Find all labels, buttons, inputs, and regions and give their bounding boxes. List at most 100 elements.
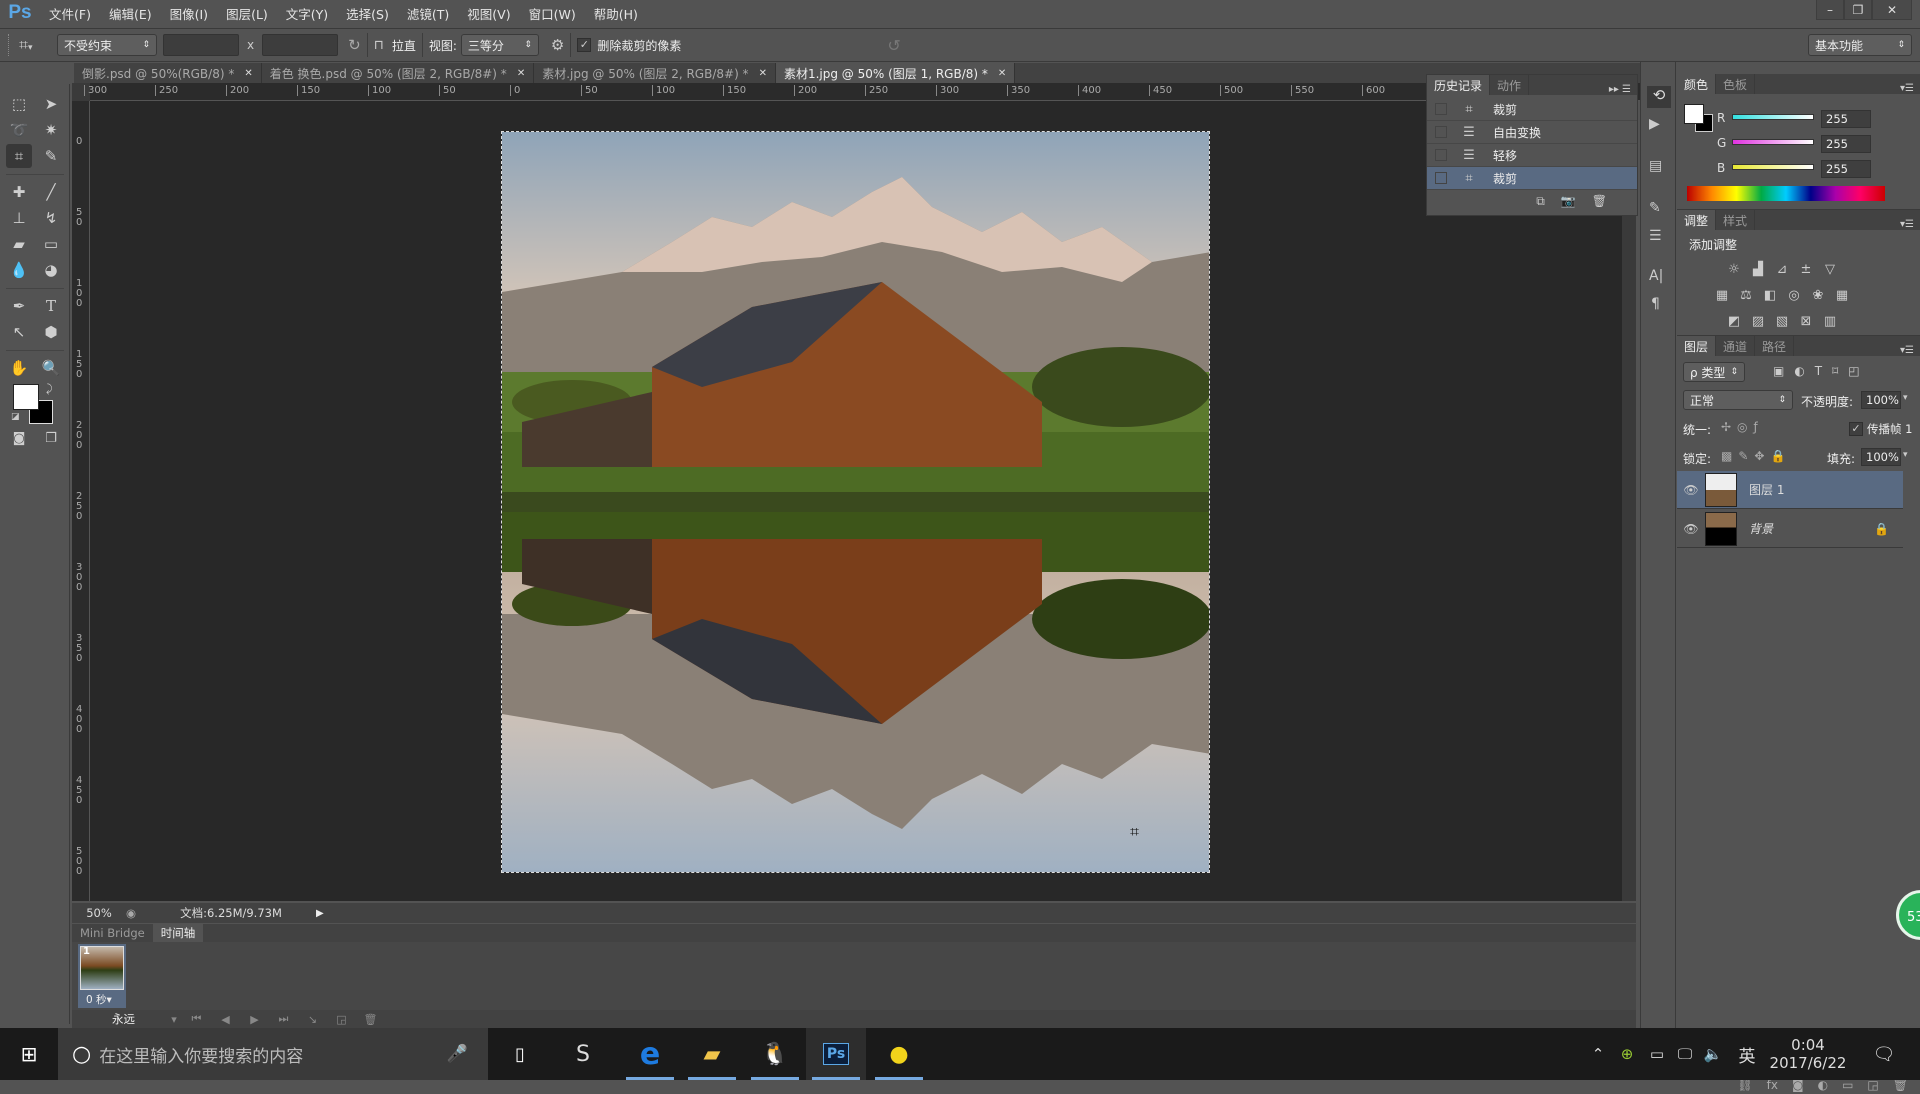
menu-edit[interactable]: 编辑(E) (100, 4, 161, 23)
next-frame-icon[interactable]: ⏭ (269, 1012, 298, 1026)
properties-panel-icon[interactable]: ▤ (1649, 158, 1662, 174)
battery-icon[interactable]: ▭ (1644, 1028, 1670, 1080)
dodge-tool-icon[interactable]: ◕ (38, 258, 64, 282)
new-document-from-state-icon[interactable]: ⧉ (1536, 194, 1545, 209)
vibrance-icon[interactable]: ▽ (1821, 262, 1839, 278)
exposure-icon[interactable]: ± (1797, 262, 1815, 278)
layer-filter-dropdown[interactable]: ρ 类型 ⇕ (1683, 362, 1745, 382)
panel-menu-icon[interactable]: ▾☰ (1900, 83, 1914, 94)
pen-tool-icon[interactable]: ✒ (6, 294, 32, 318)
doc-tab[interactable]: 着色 换色.psd @ 50% (图层 2, RGB/8#) * ✕ (261, 63, 535, 83)
qq-music-icon[interactable]: ● (869, 1028, 929, 1080)
overlay-dropdown[interactable]: 三等分 ⇕ (460, 34, 539, 56)
vertical-ruler[interactable]: 0 50 100 150 200 250 300 350 400 450 500 (72, 101, 90, 901)
layer-name[interactable]: 背景 (1749, 520, 1773, 537)
tab-mini-bridge[interactable]: Mini Bridge (72, 924, 153, 942)
menu-window[interactable]: 窗口(W) (520, 4, 585, 23)
history-item[interactable]: ☰ 自由变换 (1427, 121, 1637, 144)
tab-adjustments[interactable]: 调整 (1677, 210, 1717, 230)
doc-tab-active[interactable]: 素材1.jpg @ 50% (图层 1, RGB/8) * ✕ (775, 63, 1016, 83)
default-colors-icon[interactable]: ◪ (11, 412, 20, 422)
healing-brush-tool-icon[interactable]: ✚ (6, 180, 32, 204)
gear-icon[interactable]: ⚙ (551, 36, 564, 54)
levels-icon[interactable]: ▟ (1749, 262, 1767, 278)
foreground-swatch[interactable] (1684, 104, 1704, 124)
snapshot-checkbox[interactable] (1435, 126, 1447, 138)
history-panel-icon[interactable]: ⟲ (1647, 86, 1671, 108)
eye-icon[interactable]: 👁 (1677, 483, 1705, 497)
lock-icons[interactable]: ▩✎✥🔒 (1721, 449, 1791, 463)
fill-input[interactable]: 100% (1861, 448, 1901, 466)
menu-layer[interactable]: 图层(L) (217, 4, 277, 23)
animation-frame[interactable]: 1 0 秒▾ (78, 944, 126, 1008)
tab-swatches[interactable]: 色板 (1716, 74, 1756, 94)
menu-help[interactable]: 帮助(H) (585, 4, 647, 23)
network-icon[interactable]: 🖵 (1672, 1028, 1698, 1080)
tab-timeline[interactable]: 时间轴 (152, 924, 204, 942)
panel-menu-icon[interactable]: ▸▸ ☰ (1609, 84, 1631, 95)
eye-icon[interactable]: 👁 (1677, 522, 1705, 536)
close-icon[interactable]: ✕ (244, 68, 252, 79)
lasso-tool-icon[interactable]: ➰ (6, 118, 32, 142)
tab-actions[interactable]: 动作 (1490, 75, 1530, 95)
gradient-tool-icon[interactable]: ▭ (38, 232, 64, 256)
menu-image[interactable]: 图像(I) (161, 4, 217, 23)
straighten-button[interactable]: 拉直 (392, 37, 416, 54)
paragraph-panel-icon[interactable]: ¶ (1651, 296, 1660, 312)
loop-chevron-icon[interactable]: ▾ (166, 1013, 182, 1026)
tab-color[interactable]: 颜色 (1677, 74, 1717, 94)
layer-row-selected[interactable]: 👁 图层 1 (1677, 471, 1903, 509)
status-menu-arrow-icon[interactable]: ▶ (316, 908, 324, 919)
crop-tool-icon[interactable]: ⌗ (6, 144, 32, 168)
tab-layers[interactable]: 图层 (1677, 336, 1717, 356)
photo-filter-icon[interactable]: ◎ (1785, 288, 1803, 304)
screen-mode-icon[interactable]: ❐ (38, 426, 64, 450)
eyedropper-tool-icon[interactable]: ✎ (38, 144, 64, 168)
eraser-tool-icon[interactable]: ▰ (6, 232, 32, 256)
crop-tool-preset[interactable]: ⌗▾ (19, 35, 53, 55)
quick-mask-icon[interactable]: ◙ (6, 426, 32, 450)
move-tool-icon[interactable]: ➤ (38, 92, 64, 116)
channel-r-value[interactable]: 255 (1821, 110, 1871, 128)
security-tray-icon[interactable]: ⊕ (1614, 1028, 1640, 1080)
doc-tab[interactable]: 素材.jpg @ 50% (图层 2, RGB/8#) * ✕ (534, 63, 776, 83)
layer-row[interactable]: 👁 背景 🔒 (1677, 510, 1903, 548)
menu-view[interactable]: 视图(V) (458, 4, 519, 23)
menu-filter[interactable]: 滤镜(T) (398, 4, 458, 23)
microphone-icon[interactable]: 🎤 (447, 1044, 468, 1064)
brush-panel-icon[interactable]: ☰ (1649, 228, 1662, 244)
frame-delay[interactable]: 0 秒▾ (86, 992, 112, 1007)
width-input[interactable] (163, 34, 239, 56)
panel-menu-icon[interactable]: ▾☰ (1900, 345, 1914, 356)
channel-b-slider[interactable] (1732, 164, 1814, 170)
taskbar-search[interactable]: ○ 在这里输入你要搜索的内容 🎤 (58, 1028, 488, 1080)
delete-cropped-checkbox[interactable]: ✓ (577, 38, 592, 52)
close-icon[interactable]: ✕ (759, 68, 767, 79)
ime-indicator[interactable]: 英 (1730, 1028, 1764, 1080)
reset-icon[interactable]: ↺ (887, 36, 900, 55)
menu-file[interactable]: 文件(F) (40, 4, 100, 23)
hand-tool-icon[interactable]: ✋ (6, 356, 32, 380)
blend-mode-dropdown[interactable]: 正常 ⇕ (1683, 390, 1793, 410)
options-grip[interactable] (8, 34, 11, 56)
trash-icon[interactable]: 🗑 (1592, 194, 1607, 209)
unify-icons[interactable]: ✢◎ƒ (1721, 420, 1764, 434)
doc-tab[interactable]: 倒影.psd @ 50%(RGB/8) * ✕ (74, 63, 262, 83)
channel-mixer-icon[interactable]: ❀ (1809, 288, 1827, 304)
horizontal-ruler[interactable]: 300 250 200 150 100 50 0 50 100 150 200 250 300 350 40… (84, 83, 1640, 101)
close-button[interactable]: ✕ (1872, 0, 1912, 20)
menu-type[interactable]: 文字(Y) (277, 4, 337, 23)
history-item-selected[interactable]: ⌗ 裁剪 (1427, 167, 1637, 190)
history-brush-tool-icon[interactable]: ↯ (38, 206, 64, 230)
channel-r-slider[interactable] (1732, 114, 1814, 120)
tab-history[interactable]: 历史记录 (1427, 75, 1491, 95)
tween-icon[interactable]: ↘ (298, 1013, 327, 1026)
clone-stamp-tool-icon[interactable]: ⊥ (6, 206, 32, 230)
fill-chevron-icon[interactable]: ▾ (1903, 450, 1908, 460)
snapshot-checkbox[interactable] (1435, 172, 1447, 184)
close-icon[interactable]: ✕ (998, 68, 1006, 79)
snapshot-checkbox[interactable] (1435, 149, 1447, 161)
play-icon[interactable]: ▶ (240, 1013, 269, 1026)
foreground-color-swatch[interactable] (13, 384, 39, 410)
magic-wand-tool-icon[interactable]: ✷ (38, 118, 64, 142)
